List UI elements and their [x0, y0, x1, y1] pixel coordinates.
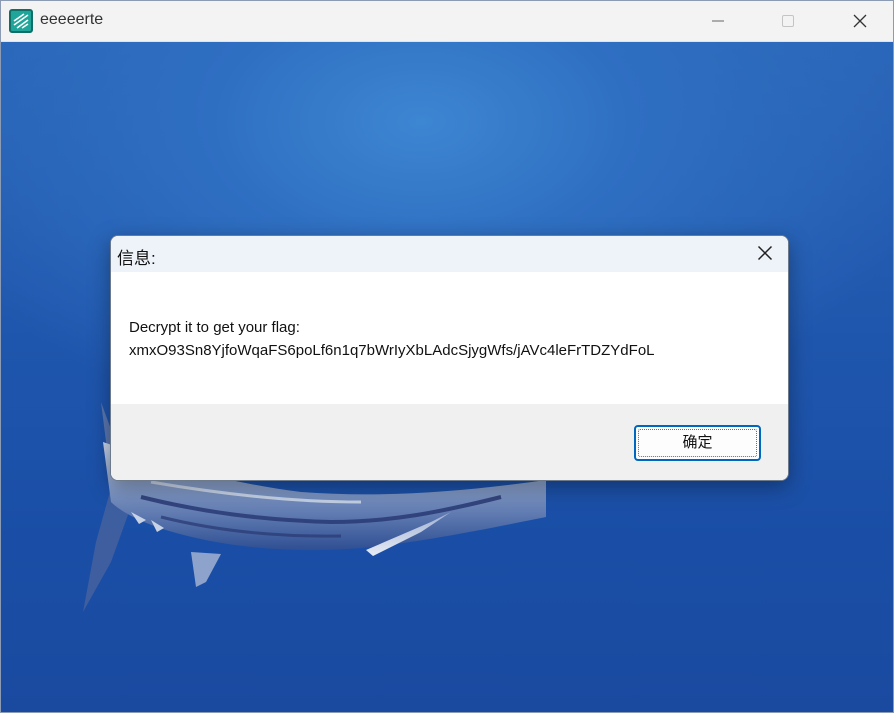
- dialog-message-ciphertext: xmxO93Sn8YjfoWqaFS6poLf6n1q7bWrIyXbLAdcS…: [129, 342, 655, 359]
- dialog-footer: 确定: [111, 404, 788, 480]
- dialog-titlebar[interactable]: 信息:: [111, 236, 788, 272]
- window-title: eeeeerte: [40, 11, 104, 28]
- message-dialog: 信息: Decrypt it to get your flag: xmxO93S…: [110, 235, 789, 481]
- dialog-message-prompt: Decrypt it to get your flag:: [129, 319, 300, 336]
- app-logo-icon: [9, 9, 33, 33]
- window-titlebar[interactable]: eeeeerte: [1, 1, 893, 42]
- maximize-button[interactable]: [759, 1, 817, 41]
- dialog-title: 信息:: [117, 249, 156, 268]
- dialog-close-button[interactable]: [742, 236, 788, 272]
- close-button[interactable]: [831, 1, 889, 41]
- close-icon: [853, 14, 867, 28]
- app-window: eeeeerte 信息: Decrypt it to get your flag…: [0, 0, 894, 713]
- close-icon: [757, 245, 773, 261]
- minimize-button[interactable]: [689, 1, 747, 41]
- dialog-message-area: Decrypt it to get your flag: xmxO93Sn8Yj…: [111, 272, 788, 404]
- maximize-icon: [782, 15, 794, 27]
- minimize-icon: [712, 20, 724, 22]
- ok-button[interactable]: 确定: [634, 425, 761, 461]
